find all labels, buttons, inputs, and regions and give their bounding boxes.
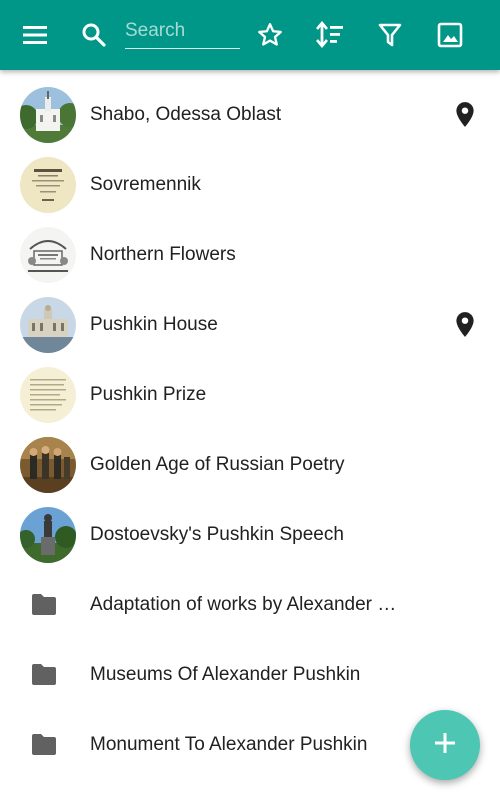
list-item-label: Shabo, Odessa Oblast: [90, 104, 282, 125]
star-outline-icon[interactable]: [252, 17, 288, 53]
add-button[interactable]: [410, 710, 480, 780]
location-pin-icon[interactable]: [452, 101, 478, 129]
thumbnail-church: [20, 87, 76, 143]
list-item-label: Adaptation of works by Alexander …: [90, 594, 397, 615]
article-list: Shabo, Odessa Oblast Sovremennik Norther…: [0, 80, 500, 780]
list-item-label: Golden Age of Russian Poetry: [90, 454, 345, 475]
folder-icon: [30, 662, 58, 688]
list-item[interactable]: Pushkin Prize: [0, 360, 500, 430]
list-item-label: Pushkin Prize: [90, 384, 207, 405]
list-item[interactable]: Dostoevsky's Pushkin Speech: [0, 500, 500, 570]
sort-icon[interactable]: [312, 17, 348, 53]
search-input[interactable]: [125, 14, 240, 49]
list-item-label: Museums Of Alexander Pushkin: [90, 664, 361, 685]
list-item[interactable]: Shabo, Odessa Oblast: [0, 80, 500, 150]
list-item[interactable]: Pushkin House: [0, 290, 500, 360]
thumbnail-journal-page: [20, 157, 76, 213]
list-item-label: Pushkin House: [90, 314, 218, 335]
list-item-label: Dostoevsky's Pushkin Speech: [90, 524, 344, 545]
thumbnail-engraving: [20, 227, 76, 283]
list-item[interactable]: Sovremennik: [0, 150, 500, 220]
thumbnail-monument: [20, 507, 76, 563]
image-icon[interactable]: [432, 17, 468, 53]
list-item[interactable]: Northern Flowers: [0, 220, 500, 290]
location-pin-icon[interactable]: [452, 311, 478, 339]
menu-icon[interactable]: [17, 17, 53, 53]
thumbnail-building: [20, 297, 76, 353]
list-item-label: Monument To Alexander Pushkin: [90, 734, 368, 755]
list-item[interactable]: Adaptation of works by Alexander …: [0, 570, 500, 640]
search-icon[interactable]: [76, 17, 112, 53]
folder-icon: [30, 732, 58, 758]
filter-icon[interactable]: [372, 17, 408, 53]
thumbnail-document: [20, 367, 76, 423]
plus-icon: [434, 732, 456, 759]
list-item[interactable]: Museums Of Alexander Pushkin: [0, 640, 500, 710]
folder-icon: [30, 592, 58, 618]
list-item[interactable]: Golden Age of Russian Poetry: [0, 430, 500, 500]
app-toolbar: [0, 0, 500, 70]
list-item-label: Northern Flowers: [90, 244, 236, 265]
thumbnail-painting: [20, 437, 76, 493]
list-item-label: Sovremennik: [90, 174, 201, 195]
